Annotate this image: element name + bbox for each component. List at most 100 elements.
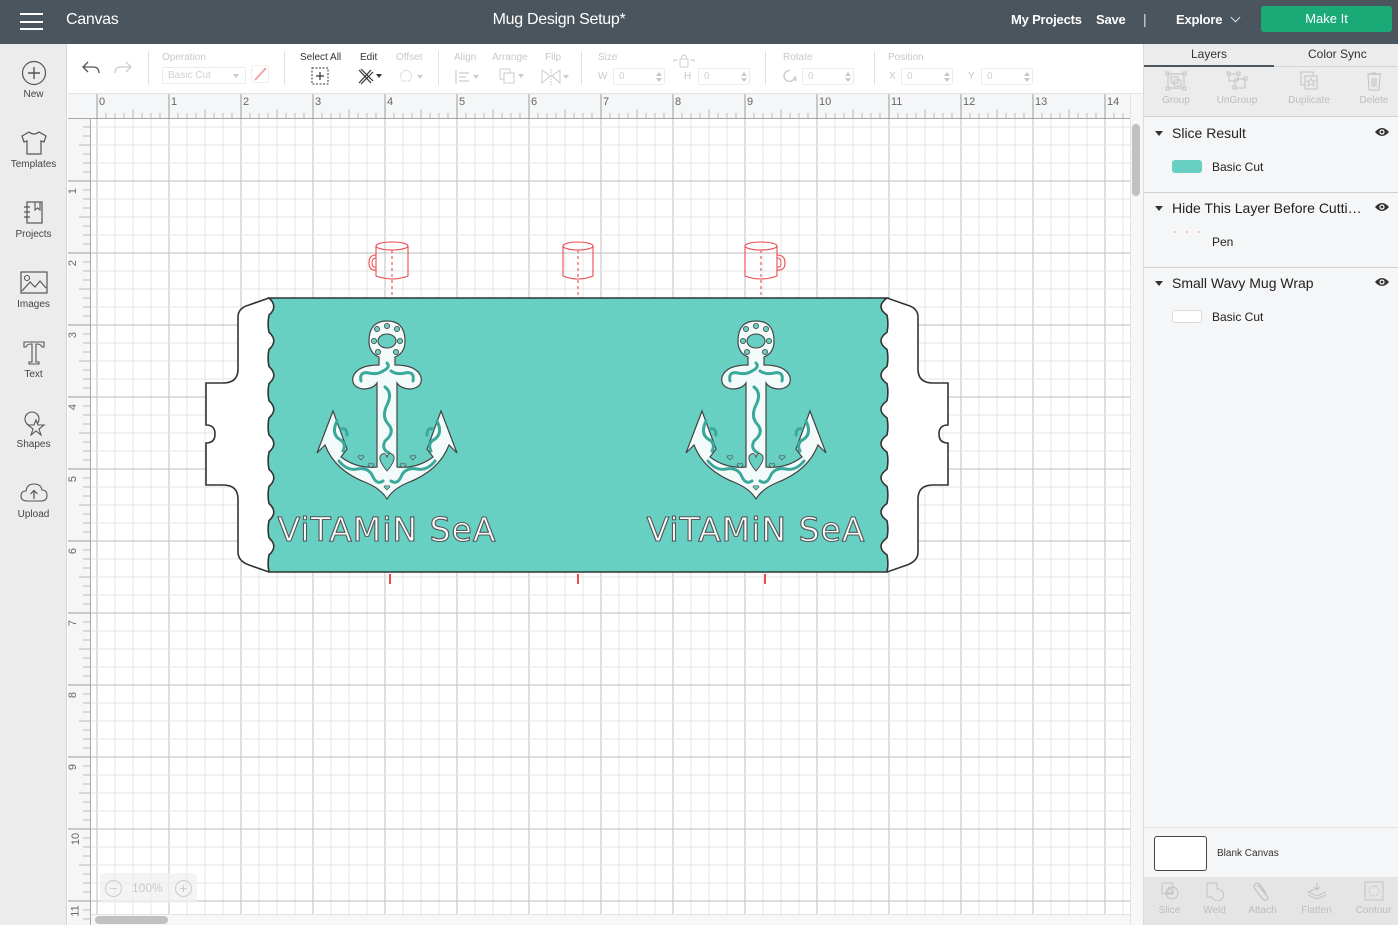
dropdown-arrow-icon	[233, 74, 239, 78]
width-input[interactable]: 0	[613, 68, 665, 85]
save-button[interactable]: Save	[1096, 12, 1126, 27]
sidebar-item-images[interactable]: Images	[0, 270, 67, 330]
weld-label: Weld	[1203, 905, 1226, 916]
ruler-label: 11	[891, 96, 903, 108]
y-input[interactable]: 0	[981, 68, 1033, 85]
layer-operation[interactable]: Basic Cut	[1212, 310, 1263, 324]
undo-icon[interactable]	[81, 60, 101, 76]
tab-layers[interactable]: Layers	[1191, 47, 1227, 61]
guide-tick-bottom-right	[764, 574, 766, 584]
redo-icon[interactable]	[113, 60, 133, 76]
layer-operation[interactable]: Pen	[1212, 235, 1233, 249]
slice-button[interactable]: Slice	[1144, 877, 1195, 925]
sidebar-label: Text	[24, 369, 43, 380]
layers-panel: Layers Color Sync Group UnGroup Duplicat…	[1143, 44, 1398, 925]
header-separator: |	[1143, 11, 1147, 27]
layer-thumbnail[interactable]	[1172, 310, 1202, 323]
sidebar-item-upload[interactable]: Upload	[0, 480, 67, 540]
offset-icon[interactable]	[398, 68, 424, 85]
height-value: 0	[704, 71, 710, 82]
image-icon	[19, 271, 48, 294]
explore-dropdown[interactable]: Explore	[1176, 12, 1241, 27]
sidebar-item-templates[interactable]: Templates	[0, 130, 67, 190]
blank-canvas-thumbnail[interactable]	[1154, 836, 1207, 871]
duplicate-label: Duplicate	[1288, 95, 1330, 106]
pen-layer-thumbnail[interactable]	[1172, 229, 1202, 239]
delete-button[interactable]: Delete	[1342, 67, 1398, 117]
layer-group-name[interactable]: Hide This Layer Before Cutti…	[1172, 200, 1362, 216]
canvas-background-selector: Blank Canvas	[1144, 827, 1398, 877]
wrap-left-tab	[205, 297, 270, 573]
zoom-out-button[interactable]: −	[105, 880, 122, 897]
trash-icon	[1367, 72, 1381, 91]
ruler-label: 8	[67, 691, 80, 699]
align-label: Align	[454, 52, 477, 63]
sidebar-item-projects[interactable]: Projects	[0, 200, 67, 260]
operation-value: Basic Cut	[168, 70, 211, 81]
document-title: Mug Design Setup*	[492, 11, 626, 28]
x-value: 0	[907, 71, 913, 82]
layer-group-name[interactable]: Slice Result	[1172, 125, 1246, 141]
layer-operation[interactable]: Basic Cut	[1212, 160, 1263, 174]
eye-icon[interactable]	[1374, 127, 1390, 137]
toolbar-divider	[765, 51, 766, 85]
attach-button[interactable]: Attach	[1237, 877, 1288, 925]
mug-wrap-design[interactable]: ViTAMiN SeA ViTAMiN SeA	[203, 295, 953, 575]
horizontal-scrollbar-thumb[interactable]	[95, 916, 168, 924]
align-icon[interactable]	[454, 68, 480, 85]
my-projects-link[interactable]: My Projects	[1011, 12, 1082, 27]
ruler-label: 7	[67, 619, 80, 627]
text-t-icon	[22, 341, 45, 365]
sidebar-item-shapes[interactable]: Shapes	[0, 410, 67, 470]
arrange-icon[interactable]	[498, 67, 526, 85]
collapse-triangle-icon[interactable]	[1155, 206, 1163, 211]
ruler-label: 0	[99, 96, 106, 108]
tab-color-sync[interactable]: Color Sync	[1308, 47, 1367, 61]
ruler-label: 8	[675, 96, 682, 108]
mug-guide-center[interactable]	[562, 240, 596, 298]
flatten-label: Flatten	[1301, 905, 1332, 916]
layer-group-name[interactable]: Small Wavy Mug Wrap	[1172, 275, 1314, 291]
ungroup-button[interactable]: UnGroup	[1205, 67, 1269, 117]
collapse-triangle-icon[interactable]	[1155, 281, 1163, 286]
horizontal-scrollbar[interactable]	[91, 914, 1130, 925]
group-label: Group	[1162, 95, 1190, 106]
operation-select[interactable]: Basic Cut	[162, 67, 246, 84]
layer-thumbnail[interactable]	[1172, 160, 1202, 173]
eye-icon[interactable]	[1374, 277, 1390, 287]
zoom-control: − 100% +	[100, 873, 197, 903]
mug-guide-right[interactable]	[744, 240, 788, 298]
flip-icon[interactable]	[540, 68, 570, 85]
blank-canvas-label: Blank Canvas	[1217, 848, 1279, 859]
make-it-button[interactable]: Make It	[1261, 6, 1392, 32]
rotate-label: Rotate	[783, 52, 813, 63]
material-color-swatch-icon[interactable]	[251, 65, 269, 83]
lock-icon[interactable]	[673, 53, 695, 69]
x-input[interactable]: 0	[901, 68, 953, 85]
mug-guide-left[interactable]	[368, 240, 412, 298]
collapse-triangle-icon[interactable]	[1155, 131, 1163, 136]
contour-button[interactable]: Contour	[1348, 877, 1398, 925]
group-button[interactable]: Group	[1144, 67, 1208, 117]
vertical-scrollbar-thumb[interactable]	[1132, 124, 1140, 196]
weld-button[interactable]: Weld	[1189, 877, 1240, 925]
notebook-icon	[23, 201, 43, 224]
sidebar-item-new[interactable]: New	[0, 60, 67, 120]
contour-label: Contour	[1355, 905, 1392, 916]
toolbar-divider	[284, 51, 285, 85]
paperclip-icon	[1253, 882, 1268, 901]
flatten-button[interactable]: Flatten	[1291, 877, 1342, 925]
tshirt-icon	[20, 131, 47, 155]
height-input[interactable]: 0	[698, 68, 750, 85]
sidebar-label: New	[23, 89, 44, 100]
zoom-in-button[interactable]: +	[175, 880, 192, 897]
eye-icon[interactable]	[1374, 202, 1390, 212]
sidebar-item-text[interactable]: Text	[0, 340, 67, 400]
top-bar: Canvas Mug Design Setup* My Projects Sav…	[0, 0, 1398, 44]
edit-tools-icon[interactable]	[357, 67, 383, 85]
select-all-icon[interactable]	[311, 67, 329, 85]
design-canvas[interactable]: ViTAMiN SeA ViTAMiN SeA	[91, 119, 1130, 914]
rotate-input[interactable]: 0	[802, 68, 854, 85]
vertical-scrollbar[interactable]	[1130, 94, 1143, 925]
duplicate-button[interactable]: Duplicate	[1277, 67, 1341, 117]
